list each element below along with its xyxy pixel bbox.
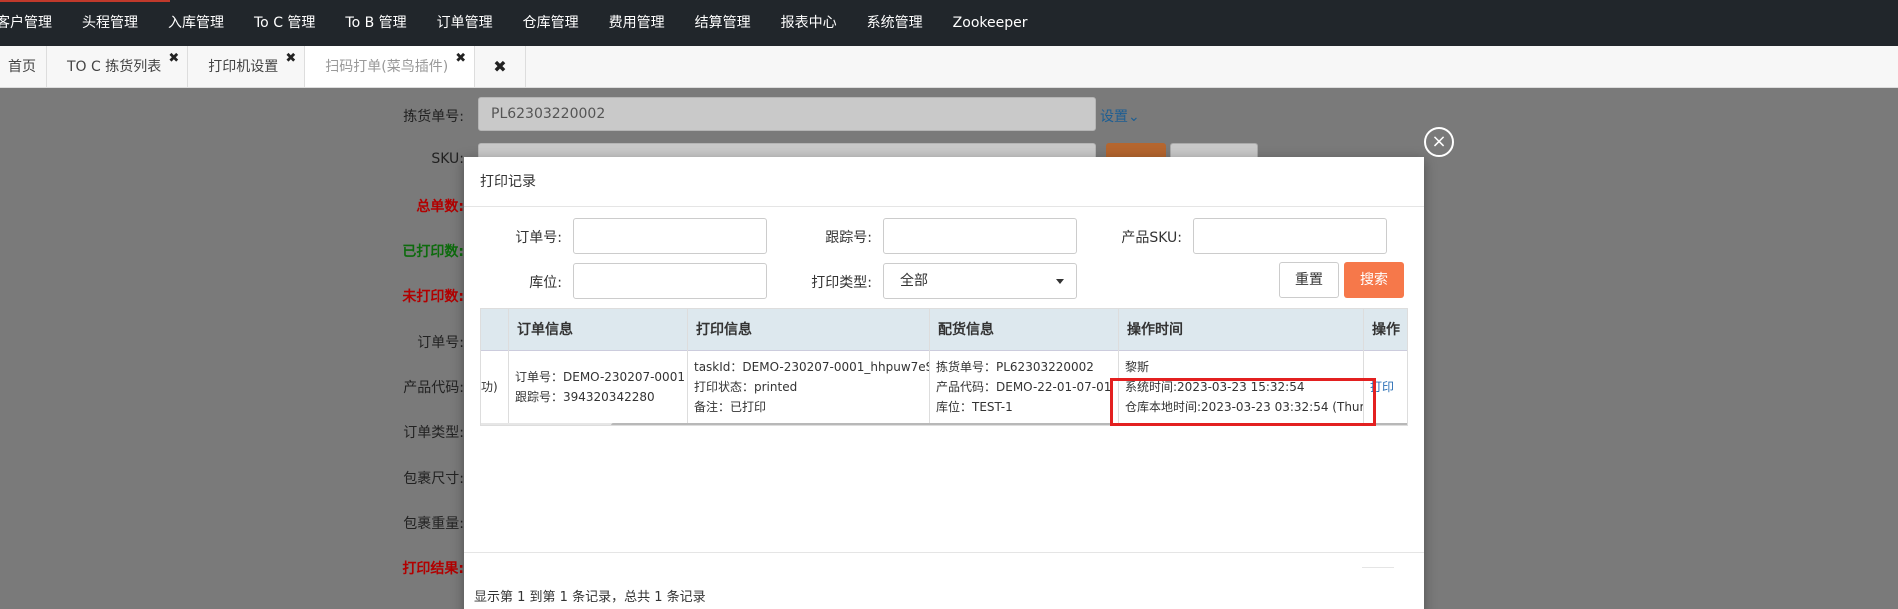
filter-sku-label: 产品SKU: <box>1121 230 1182 246</box>
remark-text: 备注：已打印 <box>694 400 767 414</box>
location-text: 库位：TEST-1 <box>936 400 1013 414</box>
pick-no-input[interactable]: PL62303220002 <box>478 97 1096 131</box>
top-nav-accent <box>0 0 170 2</box>
tab-label: TO C 拣货列表 <box>67 59 162 75</box>
reset-button[interactable]: 重置 <box>1279 262 1339 298</box>
operator-text: 黎斯 <box>1125 360 1150 374</box>
cell-status-fragment: 功) <box>481 380 498 394</box>
filter-tracking-label: 跟踪号: <box>825 230 872 246</box>
unprinted-count-label: 未打印数: <box>402 289 464 305</box>
settings-link[interactable]: 设置⌄ <box>1100 106 1140 126</box>
order-no-label: 订单号: <box>417 335 464 351</box>
tab-label: 扫码打单(菜鸟插件) <box>325 59 449 75</box>
search-button[interactable]: 搜索 <box>1344 262 1404 298</box>
nav-tob[interactable]: To B 管理 <box>330 0 421 46</box>
filter-print-type-select[interactable]: 全部 <box>883 263 1077 299</box>
print-result-label: 打印结果: <box>402 561 464 577</box>
product-code-label: 产品代码: <box>403 380 464 396</box>
filter-tracking-input[interactable] <box>883 218 1077 254</box>
order-type-label: 订单类型: <box>403 425 464 441</box>
pagination-info: 显示第 1 到第 1 条记录，总共 1 条记录 <box>474 590 706 605</box>
col-header-alloc-info: 配货信息 <box>938 322 994 338</box>
nav-inbound[interactable]: 入库管理 <box>153 0 239 46</box>
settings-link-label: 设置 <box>1100 109 1128 125</box>
sku-label: SKU: <box>431 151 464 167</box>
cell-alloc-info: 拣货单号：PL62303220002 产品代码：DEMO-22-01-07-01… <box>930 357 1118 417</box>
order-no-text: 订单号：DEMO-230207-0001 <box>515 370 685 384</box>
printed-count-label: 已打印数: <box>402 244 464 260</box>
product-code-text: 产品代码：DEMO-22-01-07-01 <box>936 380 1112 394</box>
col-header-order-info: 订单信息 <box>517 322 573 338</box>
chevron-down-icon: ⌄ <box>1128 109 1140 125</box>
nav-customer[interactable]: 客户管理 <box>0 0 67 46</box>
nav-warehouse[interactable]: 仓库管理 <box>508 0 594 46</box>
close-icon[interactable]: ✖ <box>455 52 466 65</box>
filter-order-no-input[interactable] <box>573 218 767 254</box>
tab-scan-print[interactable]: 扫码打单(菜鸟插件) ✖ <box>305 46 476 87</box>
nav-settlement[interactable]: 结算管理 <box>680 0 766 46</box>
nav-fees[interactable]: 费用管理 <box>594 0 680 46</box>
close-all-tabs-icon[interactable]: ✖ <box>475 46 526 87</box>
tracking-no-text: 跟踪号：394320342280 <box>515 390 655 404</box>
filter-location-input[interactable] <box>573 263 767 299</box>
cell-print-info: taskId：DEMO-230207-0001_hhpuw7eS 打印状态：pr… <box>688 357 929 417</box>
filter-sku-input[interactable] <box>1193 218 1387 254</box>
filter-print-type-label: 打印类型: <box>811 275 872 291</box>
highlight-box <box>1110 378 1376 426</box>
tab-label: 打印机设置 <box>208 59 279 75</box>
print-status-text: 打印状态：printed <box>694 380 798 394</box>
pick-no-text: 拣货单号：PL62303220002 <box>936 360 1094 374</box>
task-id-text: taskId：DEMO-230207-0001_hhpuw7eS <box>694 360 929 374</box>
nav-orders[interactable]: 订单管理 <box>422 0 508 46</box>
nav-first-leg[interactable]: 头程管理 <box>67 0 153 46</box>
nav-zookeeper[interactable]: Zookeeper <box>938 0 1043 46</box>
nav-reports[interactable]: 报表中心 <box>766 0 852 46</box>
pick-no-label: 拣货单号: <box>403 109 464 125</box>
caret-down-icon <box>1056 279 1064 284</box>
col-header-action: 操作 <box>1372 322 1400 338</box>
tab-bar: 首页 TO C 拣货列表 ✖ 打印机设置 ✖ 扫码打单(菜鸟插件) ✖ ✖ <box>0 46 1898 88</box>
modal-divider <box>464 552 1424 553</box>
col-header-print-info: 打印信息 <box>696 322 752 338</box>
top-nav: 客户管理 头程管理 入库管理 To C 管理 To B 管理 订单管理 仓库管理… <box>0 0 1898 46</box>
nav-toc[interactable]: To C 管理 <box>239 0 330 46</box>
col-header-op-time: 操作时间 <box>1127 322 1183 338</box>
filter-location-label: 库位: <box>529 275 562 291</box>
modal-title: 打印记录 <box>464 157 1424 207</box>
modal-close-icon[interactable]: × <box>1424 127 1454 157</box>
tab-toc-pick-list[interactable]: TO C 拣货列表 ✖ <box>47 46 189 87</box>
close-icon[interactable]: ✖ <box>285 52 296 65</box>
total-count-label: 总单数: <box>416 199 464 215</box>
package-weight-label: 包裹重量: <box>403 516 464 532</box>
nav-system[interactable]: 系统管理 <box>852 0 938 46</box>
footer-divider <box>1362 567 1394 568</box>
package-size-label: 包裹尺寸: <box>403 471 464 487</box>
cell-order-info: 订单号：DEMO-230207-0001 跟踪号：394320342280 <box>509 367 687 407</box>
print-type-value: 全部 <box>900 273 928 289</box>
tab-home[interactable]: 首页 <box>0 46 47 87</box>
filter-order-no-label: 订单号: <box>515 230 562 246</box>
close-icon[interactable]: ✖ <box>168 52 179 65</box>
table-header: 订单信息 打印信息 配货信息 操作时间 操作 <box>481 309 1407 351</box>
tab-printer-settings[interactable]: 打印机设置 ✖ <box>188 46 306 87</box>
